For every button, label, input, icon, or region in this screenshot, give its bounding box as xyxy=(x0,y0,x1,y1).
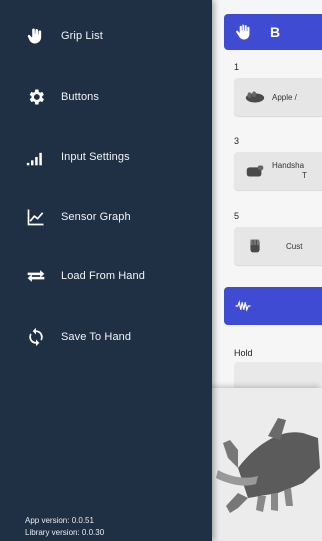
app-root: B 1 Apple / 3 Handsha T 5 Cust Hold Grip… xyxy=(0,0,322,541)
grip-slot-label-line2: T xyxy=(302,171,307,180)
hand-icon xyxy=(236,24,250,40)
menu-item-label: Sensor Graph xyxy=(61,211,131,223)
slot-number: 3 xyxy=(234,136,240,146)
menu-item-label: Save To Hand xyxy=(61,331,132,343)
grip-hand-icon xyxy=(245,91,265,103)
library-version: Library version: 0.0.30 xyxy=(25,528,105,537)
grip-slot-label: Handsha T xyxy=(272,161,307,181)
menu-item-label: Buttons xyxy=(61,91,100,103)
hand-preview-panel xyxy=(208,388,322,541)
slot-number: 1 xyxy=(234,62,240,72)
waveform-icon xyxy=(235,300,251,312)
sync-icon xyxy=(25,326,47,348)
grip-hand-icon xyxy=(246,165,264,177)
gear-icon xyxy=(25,86,47,108)
buttons-header: B xyxy=(224,14,322,50)
swap-arrows-icon xyxy=(25,265,47,287)
line-chart-icon xyxy=(25,206,47,228)
menu-item-label: Input Settings xyxy=(61,151,130,163)
hand-grip-icon xyxy=(25,25,47,47)
version-info: App version: 0.0.51 Library version: 0.0… xyxy=(25,515,104,539)
menu-item-save-to-hand[interactable]: Save To Hand xyxy=(0,317,212,357)
menu-item-sensor-graph[interactable]: Sensor Graph xyxy=(0,197,212,237)
menu-item-load-from-hand[interactable]: Load From Hand xyxy=(0,256,212,296)
grip-hand-icon xyxy=(250,239,260,253)
hold-label: Hold xyxy=(234,348,253,358)
robotic-hand-image xyxy=(216,418,320,513)
menu-item-grip-list[interactable]: Grip List xyxy=(0,16,212,56)
menu-item-label: Load From Hand xyxy=(61,270,145,282)
grip-slot-3[interactable]: Handsha T xyxy=(234,152,322,190)
menu-item-buttons[interactable]: Buttons xyxy=(0,77,212,117)
menu-item-input-settings[interactable]: Input Settings xyxy=(0,137,212,177)
grip-slot-5[interactable]: Cust xyxy=(234,227,322,265)
grip-slot-1[interactable]: Apple / xyxy=(234,78,322,116)
header-title: B xyxy=(270,24,281,40)
menu-item-label: Grip List xyxy=(61,30,103,42)
grip-slot-label: Apple / xyxy=(272,92,297,102)
signal-bars-icon xyxy=(25,146,47,168)
hold-section-header xyxy=(224,287,322,325)
slot-number: 5 xyxy=(234,211,240,221)
grip-slot-label: Cust xyxy=(286,241,303,251)
app-version: App version: 0.0.51 xyxy=(25,516,94,525)
grip-slot-label-line1: Handsha xyxy=(272,161,305,170)
navigation-drawer: Grip List Buttons Input Settings Sensor … xyxy=(0,0,212,541)
